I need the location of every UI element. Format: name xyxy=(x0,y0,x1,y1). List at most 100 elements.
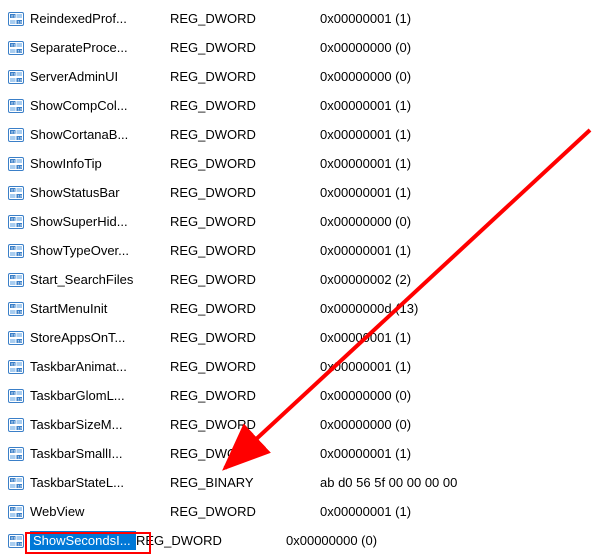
registry-dword-icon: 01 10 xyxy=(8,504,24,520)
value-name[interactable]: WebView xyxy=(30,504,170,519)
registry-dword-icon: 01 10 xyxy=(8,388,24,404)
value-type: REG_DWORD xyxy=(170,330,320,345)
value-type: REG_DWORD xyxy=(170,98,320,113)
svg-text:01: 01 xyxy=(11,42,16,47)
value-name[interactable]: ShowCortanaB... xyxy=(30,127,170,142)
value-name[interactable]: TaskbarSizeM... xyxy=(30,417,170,432)
value-data: 0x00000001 (1) xyxy=(320,156,600,171)
svg-text:01: 01 xyxy=(11,158,16,163)
value-name[interactable]: ShowCompCol... xyxy=(30,98,170,113)
registry-dword-icon: 01 10 xyxy=(8,69,24,85)
registry-value-row[interactable]: 01 10 ShowTypeOver...REG_DWORD0x00000001… xyxy=(0,236,600,265)
svg-text:01: 01 xyxy=(11,303,16,308)
registry-dword-icon: 01 10 xyxy=(8,243,24,259)
registry-value-row[interactable]: 01 10 Start_SearchFilesREG_DWORD0x000000… xyxy=(0,265,600,294)
registry-value-row[interactable]: 01 10 ShowCortanaB...REG_DWORD0x00000001… xyxy=(0,120,600,149)
value-name[interactable]: StartMenuInit xyxy=(30,301,170,316)
value-name[interactable]: StoreAppsOnT... xyxy=(30,330,170,345)
value-name[interactable]: ShowSuperHid... xyxy=(30,214,170,229)
registry-dword-icon: 01 10 xyxy=(8,156,24,172)
value-type: REG_DWORD xyxy=(170,156,320,171)
registry-dword-icon: 01 10 xyxy=(8,272,24,288)
registry-value-row[interactable]: 01 10 ShowStatusBarREG_DWORD0x00000001 (… xyxy=(0,178,600,207)
value-type: REG_DWORD xyxy=(170,69,320,84)
value-name[interactable]: Start_SearchFiles xyxy=(30,272,170,287)
registry-dword-icon: 01 10 xyxy=(8,11,24,27)
value-type: REG_DWORD xyxy=(170,359,320,374)
value-data: 0x00000001 (1) xyxy=(320,98,600,113)
registry-value-row[interactable]: 01 10 ShowInfoTipREG_DWORD0x00000001 (1) xyxy=(0,149,600,178)
svg-text:10: 10 xyxy=(18,48,23,53)
value-data: 0x00000000 (0) xyxy=(320,214,600,229)
value-type: REG_DWORD xyxy=(170,301,320,316)
value-name[interactable]: ServerAdminUI xyxy=(30,69,170,84)
value-type: REG_DWORD xyxy=(170,185,320,200)
svg-text:10: 10 xyxy=(18,367,23,372)
value-name[interactable]: TaskbarSmallI... xyxy=(30,446,170,461)
value-data: 0x0000000d (13) xyxy=(320,301,600,316)
svg-text:01: 01 xyxy=(11,477,16,482)
registry-value-list[interactable]: 01 10 ReindexedProf...REG_DWORD0x0000000… xyxy=(0,0,600,555)
svg-text:10: 10 xyxy=(18,309,23,314)
registry-value-row[interactable]: 01 10 TaskbarSizeM...REG_DWORD0x00000000… xyxy=(0,410,600,439)
value-name[interactable]: TaskbarGlomL... xyxy=(30,388,170,403)
registry-dword-icon: 01 10 xyxy=(8,40,24,56)
registry-dword-icon: 01 10 xyxy=(8,475,24,491)
svg-text:01: 01 xyxy=(11,71,16,76)
value-name[interactable]: SeparateProce... xyxy=(30,40,170,55)
registry-value-row[interactable]: 01 10 TaskbarGlomL...REG_DWORD0x00000000… xyxy=(0,381,600,410)
svg-text:01: 01 xyxy=(11,390,16,395)
registry-value-row[interactable]: 01 10 WebViewREG_DWORD0x00000001 (1) xyxy=(0,497,600,526)
svg-text:01: 01 xyxy=(11,506,16,511)
registry-value-row[interactable]: 01 10 TaskbarStateL...REG_BINARYab d0 56… xyxy=(0,468,600,497)
value-data: 0x00000000 (0) xyxy=(286,533,600,548)
registry-value-row[interactable]: 01 10 ServerAdminUIREG_DWORD0x00000000 (… xyxy=(0,62,600,91)
registry-value-row[interactable]: 01 10 SeparateProce...REG_DWORD0x0000000… xyxy=(0,33,600,62)
value-name[interactable]: ShowInfoTip xyxy=(30,156,170,171)
registry-dword-icon: 01 10 xyxy=(8,533,24,549)
svg-text:10: 10 xyxy=(18,193,23,198)
value-type: REG_DWORD xyxy=(136,533,286,548)
value-data: 0x00000000 (0) xyxy=(320,69,600,84)
svg-text:01: 01 xyxy=(11,361,16,366)
value-type: REG_DWORD xyxy=(170,388,320,403)
svg-text:10: 10 xyxy=(18,251,23,256)
value-data: 0x00000001 (1) xyxy=(320,359,600,374)
svg-text:10: 10 xyxy=(18,425,23,430)
registry-dword-icon: 01 10 xyxy=(8,301,24,317)
registry-value-row[interactable]: 01 10 ShowSecondsI...REG_DWORD0x00000000… xyxy=(0,526,600,555)
value-name[interactable]: ShowSecondsI... xyxy=(30,531,136,550)
registry-dword-icon: 01 10 xyxy=(8,185,24,201)
registry-value-row[interactable]: 01 10 StartMenuInitREG_DWORD0x0000000d (… xyxy=(0,294,600,323)
svg-text:10: 10 xyxy=(18,396,23,401)
svg-text:10: 10 xyxy=(18,280,23,285)
registry-dword-icon: 01 10 xyxy=(8,359,24,375)
registry-value-row[interactable]: 01 10 TaskbarSmallI...REG_DWORD0x0000000… xyxy=(0,439,600,468)
value-type: REG_BINARY xyxy=(170,475,320,490)
value-data: 0x00000001 (1) xyxy=(320,504,600,519)
svg-text:10: 10 xyxy=(18,541,23,546)
svg-text:01: 01 xyxy=(11,216,16,221)
value-name[interactable]: TaskbarAnimat... xyxy=(30,359,170,374)
value-name[interactable]: ReindexedProf... xyxy=(30,11,170,26)
value-name[interactable]: ShowTypeOver... xyxy=(30,243,170,258)
svg-text:10: 10 xyxy=(18,19,23,24)
registry-value-row[interactable]: 01 10 ShowCompCol...REG_DWORD0x00000001 … xyxy=(0,91,600,120)
svg-text:10: 10 xyxy=(18,77,23,82)
value-name[interactable]: ShowStatusBar xyxy=(30,185,170,200)
value-type: REG_DWORD xyxy=(170,417,320,432)
value-data: 0x00000001 (1) xyxy=(320,330,600,345)
value-type: REG_DWORD xyxy=(170,446,320,461)
svg-text:10: 10 xyxy=(18,164,23,169)
svg-text:01: 01 xyxy=(11,13,16,18)
value-data: 0x00000002 (2) xyxy=(320,272,600,287)
value-data: 0x00000000 (0) xyxy=(320,388,600,403)
svg-text:01: 01 xyxy=(11,245,16,250)
registry-value-row[interactable]: 01 10 ReindexedProf...REG_DWORD0x0000000… xyxy=(0,4,600,33)
registry-value-row[interactable]: 01 10 ShowSuperHid...REG_DWORD0x00000000… xyxy=(0,207,600,236)
registry-value-row[interactable]: 01 10 TaskbarAnimat...REG_DWORD0x0000000… xyxy=(0,352,600,381)
value-name[interactable]: TaskbarStateL... xyxy=(30,475,170,490)
value-data: ab d0 56 5f 00 00 00 00 xyxy=(320,475,600,490)
value-data: 0x00000000 (0) xyxy=(320,417,600,432)
registry-value-row[interactable]: 01 10 StoreAppsOnT...REG_DWORD0x00000001… xyxy=(0,323,600,352)
